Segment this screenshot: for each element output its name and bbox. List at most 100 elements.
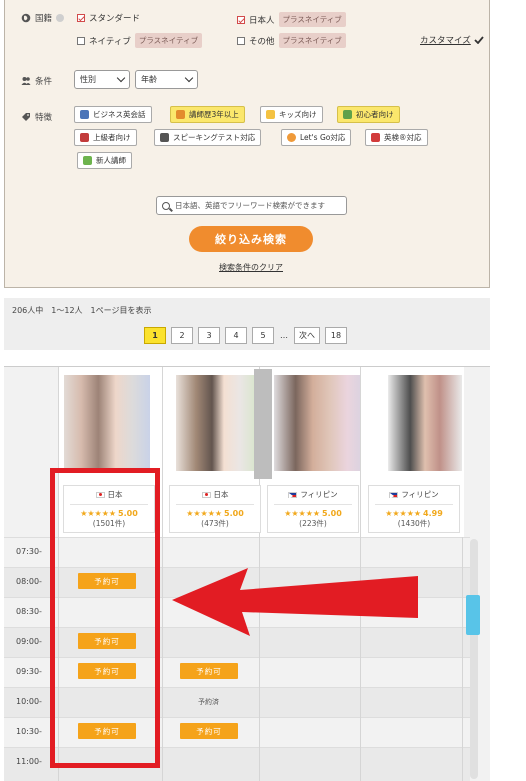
photo-divider xyxy=(254,369,272,479)
tag-label: 新人講師 xyxy=(96,156,126,165)
booked-label: 予約済 xyxy=(198,698,219,706)
tag-label: 講師歴3年以上 xyxy=(189,110,239,119)
chevron-down-icon xyxy=(116,73,126,83)
country-label: フィリピン xyxy=(401,490,439,499)
search-input[interactable]: 日本語、英語でフリーワード検索ができます xyxy=(156,196,347,215)
tag-new-teacher[interactable]: 新人講師 xyxy=(77,152,132,169)
option-japanese[interactable]: 日本人 プラスネイティブ xyxy=(237,12,346,27)
option-native[interactable]: ネイティブ プラスネイティブ xyxy=(77,33,203,48)
plus-native-tag: プラスネイティブ xyxy=(278,33,346,48)
flag-japan-icon xyxy=(201,491,211,498)
teacher-card-4[interactable]: フィリピン ★★★★★ 4.99 (1430件) xyxy=(368,485,460,533)
conditions-label: 条件 xyxy=(35,77,53,87)
page-5[interactable]: 5 xyxy=(252,327,274,344)
rating-score: 5.00 xyxy=(322,509,342,518)
teacher-card-2[interactable]: 日本 ★★★★★ 5.00 (473件) xyxy=(169,485,261,533)
option-native-label: ネイティブ xyxy=(89,36,131,47)
tag-label: スピーキングテスト対応 xyxy=(173,133,256,142)
tag-speaking-test[interactable]: スピーキングテスト対応 xyxy=(154,129,262,146)
tag-label: 英検®対応 xyxy=(384,133,422,142)
page-last[interactable]: 18 xyxy=(325,327,347,344)
scrollbar-thumb[interactable] xyxy=(466,595,480,635)
page-3[interactable]: 3 xyxy=(198,327,220,344)
column-divider xyxy=(462,537,463,781)
tag-eiken[interactable]: 英検®対応 xyxy=(365,129,428,146)
time-label: 07:30- xyxy=(16,547,42,556)
country-label: フィリピン xyxy=(300,490,338,499)
teacher-photo[interactable] xyxy=(176,375,256,471)
teacher-photo[interactable] xyxy=(274,375,360,471)
page-1[interactable]: 1 xyxy=(144,327,166,344)
conditions-label-group: 条件 xyxy=(21,75,52,87)
age-select[interactable]: 年齢 xyxy=(135,70,198,89)
book-icon xyxy=(80,133,89,142)
page-next[interactable]: 次へ xyxy=(294,327,320,344)
tag-business[interactable]: ビジネス英会話 xyxy=(74,106,152,123)
briefcase-icon xyxy=(80,110,89,119)
checkbox-other[interactable] xyxy=(237,36,245,45)
page-2[interactable]: 2 xyxy=(171,327,193,344)
checkbox-native[interactable] xyxy=(77,36,85,45)
teacher-photo[interactable] xyxy=(64,375,150,471)
tag-kids[interactable]: キッズ向け xyxy=(260,106,323,123)
features-label-group: 特徴 xyxy=(21,111,52,123)
filter-search-button[interactable]: 絞り込み検索 xyxy=(189,226,313,252)
medal-icon xyxy=(176,110,185,119)
rating: ★★★★★ 5.00 xyxy=(268,509,358,518)
page-4[interactable]: 4 xyxy=(225,327,247,344)
teacher-country: フィリピン xyxy=(369,489,459,500)
nationality-label-group: 国籍 xyxy=(21,12,65,24)
tag-experienced[interactable]: 講師歴3年以上 xyxy=(170,106,245,123)
review-count: (1430件) xyxy=(397,519,431,528)
search-icon xyxy=(162,201,170,210)
eiken-icon xyxy=(371,133,380,142)
option-other[interactable]: その他 プラスネイティブ xyxy=(237,33,346,48)
book-button[interactable]: 予約可 xyxy=(180,723,238,739)
country-label: 日本 xyxy=(213,490,229,499)
teacher-card-3[interactable]: フィリピン ★★★★★ 5.00 (223件) xyxy=(267,485,359,533)
gender-select[interactable]: 性別 xyxy=(74,70,130,89)
filter-panel: 国籍 スタンダード 日本人 プラスネイティブ ネイティブ プラスネイティブ その… xyxy=(4,0,490,288)
customize-link[interactable]: カスタマイズ xyxy=(420,34,484,46)
arrow-icon xyxy=(172,568,418,636)
option-standard[interactable]: スタンダード xyxy=(77,12,140,24)
teacher-country: フィリピン xyxy=(268,489,358,500)
clear-conditions-link[interactable]: 検索条件のクリア xyxy=(219,262,283,273)
time-label: 10:30- xyxy=(16,727,42,736)
page-ellipsis: … xyxy=(280,331,288,340)
tag-label: 上級者向け xyxy=(93,133,131,142)
rating-score: 5.00 xyxy=(224,509,244,518)
book-button[interactable]: 予約可 xyxy=(180,663,238,679)
flag-philippines-icon xyxy=(288,491,298,499)
flag-philippines-icon xyxy=(389,491,399,499)
column-divider xyxy=(162,537,163,781)
tag-icon xyxy=(22,113,30,121)
checkmark-icon xyxy=(474,36,484,44)
checkbox-standard[interactable] xyxy=(77,14,85,22)
tag-label: キッズ向け xyxy=(279,110,317,119)
star-icon: ★★★★★ xyxy=(284,509,321,518)
help-icon[interactable] xyxy=(56,14,65,22)
time-label: 10:00- xyxy=(16,697,42,706)
smile-icon xyxy=(266,110,275,119)
time-label: 08:30- xyxy=(16,607,42,616)
tag-lets-go[interactable]: Let's Go対応 xyxy=(281,129,352,146)
pagination: 1 2 3 4 5 … 次へ 18 xyxy=(144,327,347,344)
plus-native-tag: プラスネイティブ xyxy=(278,12,346,27)
rating-score: 4.99 xyxy=(423,509,443,518)
teacher-photo[interactable] xyxy=(388,375,462,471)
teacher-country: 日本 xyxy=(170,489,260,500)
tag-beginner[interactable]: 初心者向け xyxy=(337,106,400,123)
rating: ★★★★★ 5.00 xyxy=(170,509,260,518)
globe-icon xyxy=(21,13,31,23)
checkbox-japanese[interactable] xyxy=(237,15,245,24)
option-japanese-label: 日本人 xyxy=(249,15,275,26)
tag-label: 初心者向け xyxy=(356,110,394,119)
microphone-icon xyxy=(160,133,169,142)
customize-label: カスタマイズ xyxy=(420,36,471,46)
tag-advanced[interactable]: 上級者向け xyxy=(74,129,137,146)
chevron-down-icon xyxy=(184,73,194,83)
star-icon: ★★★★★ xyxy=(385,509,422,518)
schedule-scrollbar[interactable] xyxy=(470,539,478,779)
rating: ★★★★★ 4.99 xyxy=(369,509,459,518)
